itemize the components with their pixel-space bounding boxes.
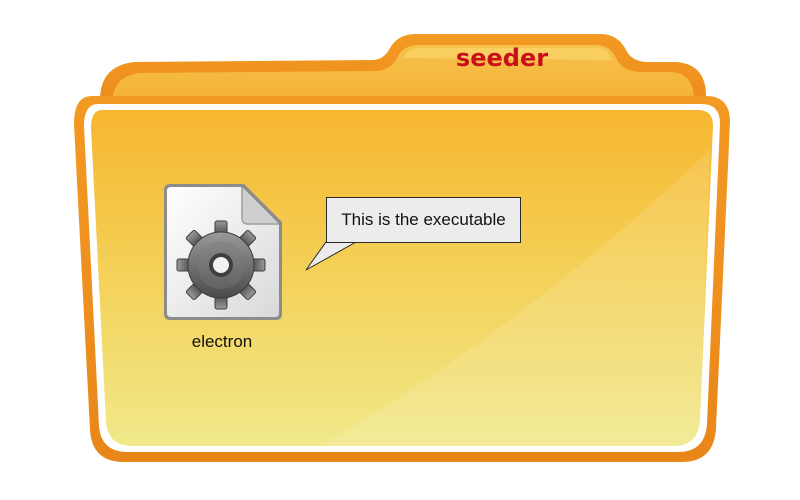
folder-diagram: seeder electron This is the executable — [0, 0, 800, 500]
folder-icon — [74, 34, 730, 462]
gear-file-icon[interactable] — [164, 182, 284, 322]
file-name-label: electron — [191, 332, 253, 351]
folder-title: seeder — [455, 44, 549, 72]
callout-box: This is the executable — [326, 197, 521, 243]
callout-pointer — [305, 241, 358, 271]
